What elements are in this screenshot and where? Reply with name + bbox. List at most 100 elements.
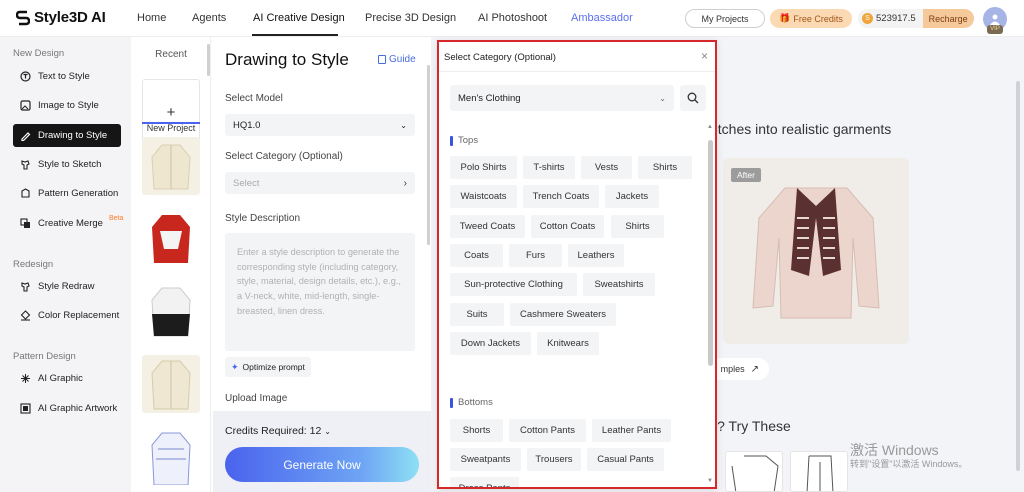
main-scrollbar[interactable] <box>1016 81 1020 471</box>
pattern-gen-icon <box>19 188 31 200</box>
group-label: Tops <box>458 135 479 146</box>
category-tag[interactable]: Coats <box>450 244 503 267</box>
sidebar-item-color-replacement[interactable]: Color Replacement <box>13 304 121 327</box>
nav-ai-photoshoot[interactable]: AI Photoshoot <box>478 12 547 24</box>
style-description-input[interactable]: Enter a style description to generate th… <box>225 233 415 351</box>
credits-required[interactable]: Credits Required: 12 ⌄ <box>225 425 331 437</box>
graphic-icon <box>19 373 31 385</box>
my-projects-button[interactable]: My Projects <box>685 9 765 28</box>
book-icon <box>378 55 386 64</box>
examples-label: mples <box>720 364 745 374</box>
app-logo[interactable]: Style3D AI <box>16 9 106 26</box>
category-tag[interactable]: Leather Pants <box>592 419 671 442</box>
sidebar-item-label: AI Graphic <box>38 373 83 384</box>
select-category-label: Select Category (Optional) <box>225 151 343 162</box>
sidebar-item-style-to-sketch[interactable]: Style to Sketch <box>13 153 121 176</box>
modal-scrollbar[interactable] <box>708 140 713 366</box>
try-these-heading: l? Try These <box>714 418 791 434</box>
category-tag[interactable]: Cashmere Sweaters <box>510 303 616 326</box>
nav-agents[interactable]: Agents <box>192 12 226 24</box>
free-credits-button[interactable]: 🎁 Free Credits <box>770 9 852 28</box>
category-tag[interactable]: Sun-protective Clothing <box>450 273 577 296</box>
sidebar-item-ai-graphic[interactable]: AI Graphic <box>13 367 121 390</box>
nav-ai-creative-design[interactable]: AI Creative Design <box>253 12 345 24</box>
group-marker <box>450 397 453 408</box>
recent-thumbnail-2[interactable] <box>142 209 200 267</box>
sidebar-item-ai-graphic-artwork[interactable]: AI Graphic Artwork <box>13 397 121 420</box>
category-tag[interactable]: Furs <box>509 244 562 267</box>
scroll-down-arrow-icon[interactable]: ▼ <box>707 478 713 484</box>
category-tag[interactable]: Shorts <box>450 419 503 442</box>
category-tag[interactable]: Casual Pants <box>587 448 664 471</box>
sidebar-item-label: Style to Sketch <box>38 159 102 170</box>
page-title: Drawing to Style <box>225 50 349 69</box>
category-tag[interactable]: Sweatshirts <box>583 273 655 296</box>
optimize-prompt-button[interactable]: ✦ Optimize prompt <box>225 357 311 377</box>
category-tag[interactable]: Trousers <box>527 448 581 471</box>
sidebar-item-style-redraw[interactable]: Style Redraw <box>13 275 121 298</box>
sketch-sample-2[interactable] <box>790 451 848 492</box>
category-tag[interactable]: T-shirts <box>523 156 575 179</box>
group-title-bottoms: Bottoms <box>450 397 493 408</box>
model-select[interactable]: HQ1.0 ⌄ <box>225 114 415 136</box>
modal-header: Select Category (Optional) × <box>439 42 715 72</box>
jacket-blue-image <box>151 432 191 485</box>
search-icon <box>687 92 699 104</box>
plus-icon: + <box>166 104 176 121</box>
group-label: Bottoms <box>458 397 493 408</box>
generate-button[interactable]: Generate Now <box>225 447 419 482</box>
category-tag[interactable]: Cotton Coats <box>531 215 604 238</box>
category-tag[interactable]: Suits <box>450 303 504 326</box>
chevron-right-icon: › <box>403 177 407 189</box>
recent-thumbnail-3[interactable] <box>142 282 200 340</box>
scroll-up-arrow-icon[interactable]: ▲ <box>707 124 713 130</box>
sidebar-item-text-to-style[interactable]: Text to Style <box>13 65 121 88</box>
sketch-sample-1[interactable] <box>725 451 783 492</box>
credits-display: S 523917.5 Recharge <box>858 9 974 28</box>
recent-thumbnail-1[interactable] <box>142 137 200 195</box>
nav-home[interactable]: Home <box>137 12 166 24</box>
hero-text: etches into realistic garments <box>710 121 892 137</box>
close-icon[interactable]: × <box>701 49 708 63</box>
category-tag[interactable]: Shirts <box>611 215 664 238</box>
sidebar-item-creative-merge[interactable]: Creative Merge <box>13 212 121 235</box>
category-tag[interactable]: Jackets <box>605 185 659 208</box>
category-tag[interactable]: Sweatpants <box>450 448 521 471</box>
category-dropdown[interactable]: Men's Clothing ⌄ <box>450 85 674 111</box>
redraw-icon <box>19 281 31 293</box>
category-select[interactable]: Select › <box>225 172 415 194</box>
category-tag[interactable]: Tweed Coats <box>450 215 525 238</box>
style-description-label: Style Description <box>225 213 301 224</box>
category-tag[interactable]: Shirts <box>638 156 692 179</box>
nav-precise-3d-design[interactable]: Precise 3D Design <box>365 12 456 24</box>
category-tag[interactable]: Down Jackets <box>450 332 531 355</box>
search-button[interactable] <box>680 85 706 111</box>
garment-after-image <box>752 187 880 319</box>
example-after-card[interactable]: After <box>723 158 909 344</box>
sidebar-item-pattern-generation[interactable]: Pattern Generation <box>13 182 121 205</box>
nav-ambassador[interactable]: Ambassador <box>571 12 633 24</box>
category-tag[interactable]: Waistcoats <box>450 185 517 208</box>
chevron-down-icon: ⌄ <box>324 427 331 436</box>
recent-scrollbar[interactable] <box>207 44 210 76</box>
optimize-label: Optimize prompt <box>242 362 305 372</box>
category-tag[interactable]: Polo Shirts <box>450 156 517 179</box>
sidebar-item-label: Style Redraw <box>38 281 95 292</box>
recharge-button[interactable]: Recharge <box>922 9 974 28</box>
guide-link[interactable]: Guide <box>378 54 416 65</box>
category-tag[interactable]: Dress Pants <box>450 477 519 487</box>
group-title-tops: Tops <box>450 135 478 146</box>
user-icon <box>990 14 1000 25</box>
category-tag[interactable]: Knitwears <box>537 332 599 355</box>
category-tag[interactable]: Leathers <box>568 244 624 267</box>
recent-thumbnail-4[interactable] <box>142 355 200 413</box>
after-badge: After <box>731 168 761 182</box>
category-tag[interactable]: Trench Coats <box>523 185 599 208</box>
vip-badge: VIP <box>987 25 1003 34</box>
sidebar-item-image-to-style[interactable]: Image to Style <box>13 94 121 117</box>
form-scrollbar[interactable] <box>427 65 430 245</box>
sidebar-item-drawing-to-style[interactable]: Drawing to Style <box>13 124 121 147</box>
category-tag[interactable]: Vests <box>581 156 632 179</box>
recent-thumbnail-5[interactable] <box>142 427 200 485</box>
category-tag[interactable]: Cotton Pants <box>509 419 586 442</box>
